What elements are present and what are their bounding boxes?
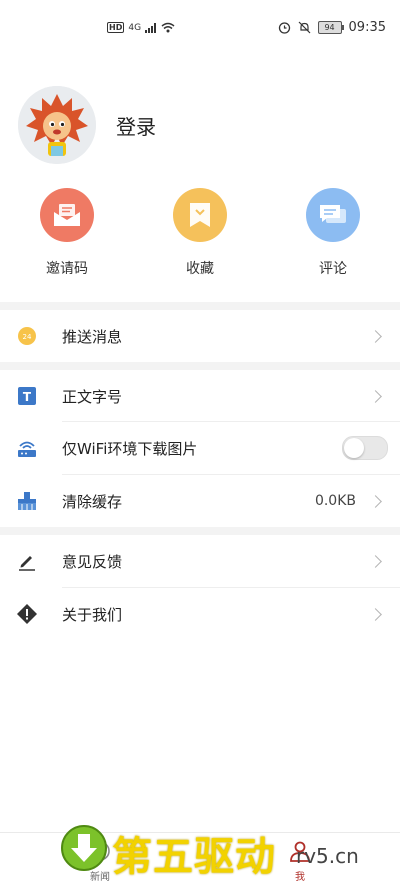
comments-button[interactable]: 评论 [278, 188, 388, 278]
settings-row-push[interactable]: 24 推送消息 [0, 310, 400, 362]
signal-icon [145, 22, 157, 33]
envelope-icon [54, 204, 80, 226]
alarm-icon [278, 22, 290, 34]
clear-cache-label: 清除缓存 [62, 492, 123, 511]
svg-text:24: 24 [23, 333, 32, 341]
comments-circle [306, 188, 360, 242]
push-label: 推送消息 [62, 327, 123, 346]
hd-badge: HD [107, 22, 125, 33]
comment-icon [320, 205, 346, 223]
about-label: 关于我们 [62, 605, 123, 624]
lion-mascot-icon [18, 86, 96, 164]
clock: 09:35 [348, 20, 386, 35]
settings-row-wifi-images[interactable]: 仅WiFi环境下载图片 [0, 422, 400, 474]
download-arrow-icon [61, 825, 107, 871]
status-bar: HD 4G 94 09:35 [0, 0, 400, 60]
favorites-circle [173, 188, 227, 242]
chevron-right-icon [369, 554, 382, 568]
invite-code-circle [40, 188, 94, 242]
chevron-right-icon [369, 389, 382, 403]
network-indicators: HD 4G [107, 22, 175, 33]
mute-icon [298, 21, 310, 34]
battery-icon: 94 [317, 21, 344, 34]
chevron-right-icon [369, 607, 382, 621]
wifi-images-toggle[interactable] [342, 436, 388, 460]
profile-header[interactable]: 登录 [18, 85, 398, 165]
settings-row-font-size[interactable]: T 正文字号 [0, 370, 400, 422]
broom-icon [16, 490, 38, 512]
section-divider [0, 302, 400, 310]
wifi-download-icon [16, 437, 38, 459]
watermark: 第五驱动 rv5.cn [60, 820, 390, 880]
section-divider [0, 527, 400, 535]
svg-text:T: T [23, 390, 32, 404]
font-size-icon: T [16, 385, 38, 407]
settings-row-clear-cache[interactable]: 清除缓存 0.0KB [0, 475, 400, 527]
watermark-text: 第五驱动 [112, 834, 276, 880]
watermark-url: rv5.cn [296, 844, 359, 868]
bookmark-icon [190, 203, 210, 227]
invite-code-button[interactable]: 邀请码 [12, 188, 122, 278]
info-diamond-icon [16, 603, 38, 625]
status-right: 94 09:35 [278, 20, 386, 35]
feedback-label: 意见反馈 [62, 552, 123, 571]
pencil-icon [16, 550, 38, 572]
chevron-right-icon [369, 329, 382, 343]
toggle-knob [344, 438, 364, 458]
login-link[interactable]: 登录 [116, 111, 156, 140]
comments-label: 评论 [319, 261, 347, 277]
settings-row-feedback[interactable]: 意见反馈 [0, 535, 400, 587]
avatar[interactable] [18, 86, 96, 164]
push-icon: 24 [16, 325, 38, 347]
chevron-right-icon [369, 494, 382, 508]
settings-row-about[interactable]: 关于我们 [0, 588, 400, 640]
favorites-label: 收藏 [186, 261, 214, 277]
cache-size-value: 0.0KB [314, 493, 356, 509]
font-size-label: 正文字号 [62, 387, 123, 406]
favorites-button[interactable]: 收藏 [145, 188, 255, 278]
wifi-icon [161, 22, 175, 33]
section-divider [0, 362, 400, 370]
wifi-images-label: 仅WiFi环境下载图片 [62, 439, 198, 458]
signal-label: 4G [128, 22, 142, 33]
invite-code-label: 邀请码 [46, 261, 88, 277]
quick-actions: 邀请码 收藏 评论 [0, 188, 400, 283]
